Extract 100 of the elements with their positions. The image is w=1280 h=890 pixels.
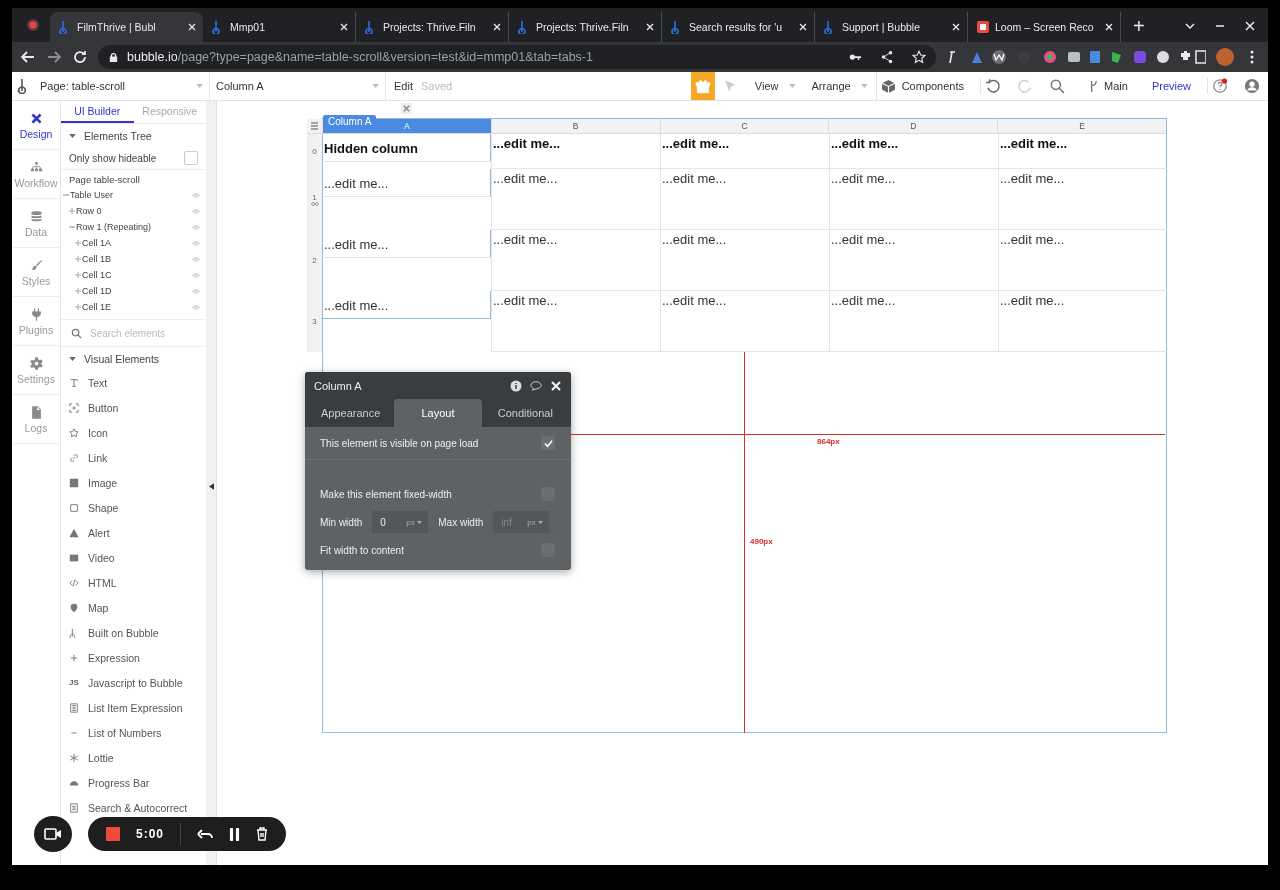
profile-avatar[interactable] [1216, 48, 1234, 66]
close-icon[interactable] [1244, 20, 1256, 32]
back-icon[interactable] [20, 49, 36, 65]
tree-item[interactable]: Cell 1E [82, 302, 192, 312]
arrange-menu[interactable]: Arrange [803, 72, 876, 100]
min-width-field[interactable]: 0 [372, 511, 407, 533]
star-icon[interactable] [912, 50, 926, 64]
comment-icon[interactable] [530, 379, 542, 392]
help-icon[interactable] [1207, 78, 1228, 94]
tree-item[interactable]: Row 0 [76, 206, 192, 216]
checkbox[interactable] [541, 436, 555, 450]
element-item[interactable]: Search & Autocorrect [88, 801, 188, 814]
components-button[interactable]: Components [875, 72, 973, 100]
close-icon[interactable] [951, 22, 961, 32]
close-icon[interactable] [492, 22, 502, 32]
plus-icon [69, 652, 79, 663]
element-item[interactable]: List of Numbers [88, 726, 162, 739]
cell-text: ...edit me... [493, 293, 558, 308]
extension-icons-drawing[interactable] [946, 49, 1206, 65]
tree-item[interactable]: Page table-scroll [61, 172, 206, 187]
element-item[interactable]: List Item Expression [88, 701, 183, 714]
close-icon[interactable] [339, 22, 349, 32]
caret-icon[interactable] [69, 356, 76, 361]
reload-icon[interactable] [72, 49, 88, 65]
trash-icon[interactable] [256, 827, 269, 841]
tree-item[interactable]: Cell 1B [82, 254, 192, 264]
user-avatar-icon[interactable] [1244, 78, 1260, 94]
text-icon [69, 377, 79, 388]
column-header[interactable]: D [828, 119, 998, 133]
record-icon [26, 18, 40, 32]
cell-text: ...edit me... [1000, 232, 1065, 247]
new-tab-button[interactable]: + [1129, 15, 1149, 38]
element-item[interactable]: HTML [88, 576, 117, 589]
editor-tab[interactable]: Appearance [307, 399, 395, 427]
row-number: 2 [312, 256, 317, 265]
image-icon [69, 477, 79, 488]
element-item[interactable]: Shape [88, 501, 119, 514]
info-icon[interactable] [510, 379, 522, 392]
tree-item[interactable]: Row 1 (Repeating) [76, 222, 192, 232]
column-header[interactable]: B [490, 119, 660, 133]
view-menu[interactable]: View [746, 72, 804, 100]
browser-tab[interactable]: FilmThrive | Bubl [50, 12, 203, 42]
tree-item[interactable]: Cell 1D [82, 286, 192, 296]
tab-title: Projects: Thrive.Filn [536, 21, 630, 33]
element-item[interactable]: Image [88, 476, 118, 489]
column-header[interactable]: E [997, 119, 1166, 133]
selection-label: Column A [323, 115, 377, 128]
sidebar-tab[interactable]: Design [12, 101, 60, 150]
js-label: JS [69, 678, 79, 687]
column-header[interactable]: C [659, 119, 829, 133]
tree-item[interactable]: Cell 1C [82, 270, 192, 280]
element-item[interactable]: Text [88, 376, 108, 389]
share-icon[interactable] [880, 50, 894, 64]
cell-text: ...edit me... [493, 171, 558, 186]
forward-icon[interactable] [46, 49, 62, 65]
element-item[interactable]: Map [88, 601, 109, 614]
panel-tab[interactable]: UI Builder [61, 101, 134, 123]
tab-title: Support | Bubble [842, 21, 922, 33]
close-icon[interactable] [645, 22, 655, 32]
preview-button[interactable]: Preview [1143, 72, 1199, 100]
element-dropdown[interactable]: Column A [210, 72, 386, 100]
close-icon[interactable] [798, 22, 808, 32]
chevron-down-icon[interactable] [1184, 20, 1196, 32]
element-item[interactable]: Javascript to Bubble [88, 676, 183, 689]
element-item[interactable]: Button [88, 401, 119, 414]
caret-icon[interactable] [69, 133, 76, 138]
element-item[interactable]: Built on Bubble [88, 626, 159, 639]
cell-text: ...edit me... [662, 136, 730, 151]
star-icon [69, 427, 79, 438]
element-item[interactable]: Icon [88, 426, 108, 439]
close-icon[interactable] [187, 22, 197, 32]
branch-button[interactable]: Main [1081, 72, 1136, 100]
pause-icon[interactable] [229, 827, 241, 841]
cell-text: ...edit me... [662, 171, 727, 186]
element-item[interactable]: Alert [88, 526, 110, 539]
editor-tab[interactable]: Layout [394, 399, 482, 427]
cell-text: ...edit me... [1000, 171, 1065, 186]
cell-text: ...edit me... [831, 136, 899, 151]
collapse-arrow-icon[interactable] [209, 483, 214, 490]
tree-item[interactable]: Table User [70, 190, 192, 200]
page-dropdown[interactable]: Page: table-scroll [34, 72, 210, 100]
element-item[interactable]: Progress Bar [88, 776, 150, 789]
element-item[interactable]: Link [88, 451, 108, 464]
row-number: 0 [312, 147, 317, 156]
cell-text: ...edit me... [324, 237, 389, 252]
cell-text: ...edit me... [1000, 293, 1065, 308]
checkbox[interactable] [184, 151, 198, 165]
cell-text: ...edit me... [493, 232, 558, 247]
edit-button[interactable]: Edit [386, 72, 421, 100]
search-field[interactable]: Search elements [90, 327, 190, 339]
cell-text: ...edit me... [662, 293, 727, 308]
element-item[interactable]: Video [88, 551, 115, 564]
close-icon[interactable] [550, 379, 562, 392]
editor-tab[interactable]: Conditional [481, 399, 569, 427]
element-item[interactable]: Expression [88, 651, 140, 664]
tree-item[interactable]: Cell 1A [82, 238, 192, 248]
element-item[interactable]: Lottie [88, 751, 114, 764]
close-icon[interactable] [1104, 22, 1114, 32]
search-icon[interactable] [1049, 78, 1066, 94]
address-field[interactable]: bubble.io/page?type=page&name=table-scroll&version=test&id=mmp01&tab=tabs-1 [98, 45, 936, 69]
